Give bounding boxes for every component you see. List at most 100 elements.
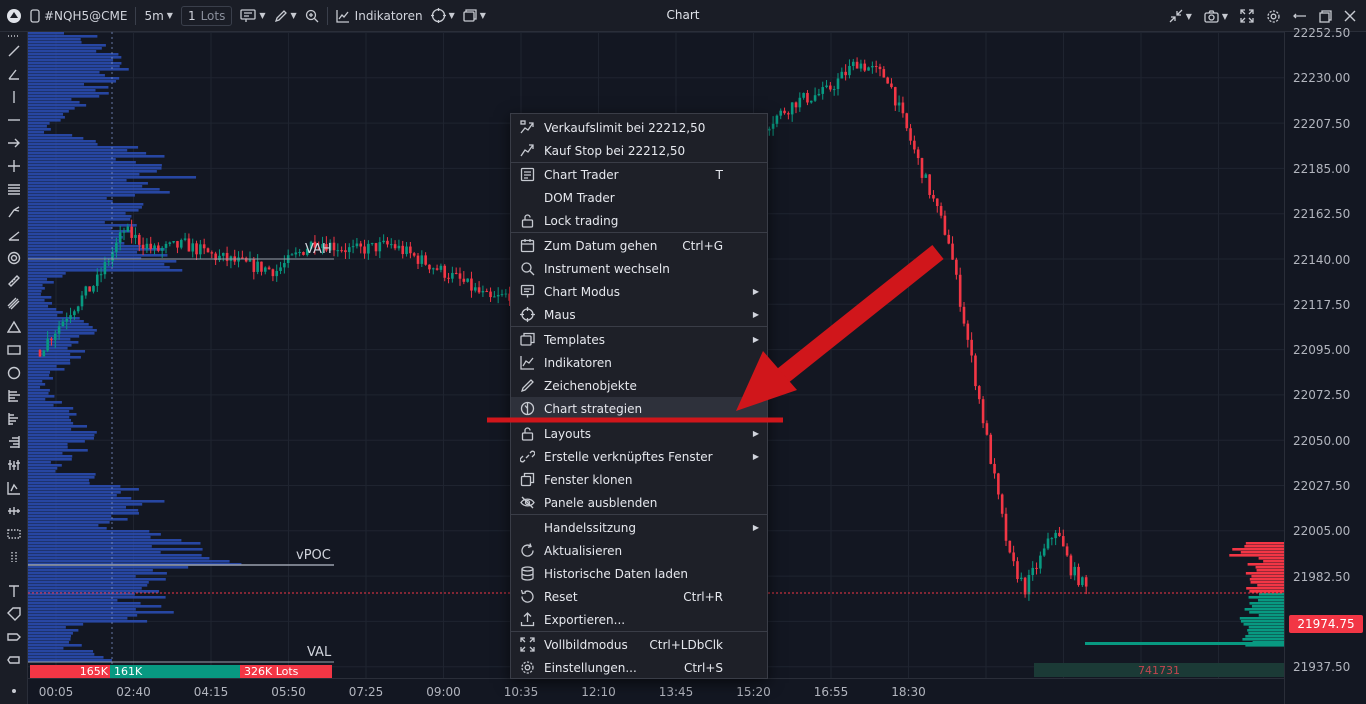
vertical-line-tool[interactable] [4,88,24,106]
indicators-button[interactable]: Indikatoren [332,5,427,27]
grid-tool[interactable] [4,525,24,543]
footprint-icon [8,460,20,470]
trend-line-tool[interactable] [4,42,24,60]
menu-item-exportieren[interactable]: Exportieren... [511,608,767,631]
menu-item-kauf-stop-bei-22212-50[interactable]: Kauf Stop bei 22212,50 [511,139,767,162]
restore-button[interactable] [1315,5,1336,27]
crosshair-tool[interactable] [4,157,24,175]
ruler-tool[interactable] [4,272,24,290]
callout-tool[interactable] [4,628,24,646]
menu-item-zum-datum-gehen[interactable]: Zum Datum gehen Ctrl+G [511,234,767,257]
toolbar-grip-icon [4,32,24,40]
menu-item-maus[interactable]: Maus ▶ [511,303,767,326]
volume-profile-tool[interactable] [4,387,24,405]
volume-profile-bar [28,266,170,269]
menu-item-historische-daten-laden[interactable]: Historische Daten laden [511,562,767,585]
fib-tool[interactable] [4,295,24,313]
templates-button[interactable]: ▼ [459,5,490,27]
recent-volume-bar [1248,626,1284,629]
price-scale[interactable]: 22252.50 22230.00 22207.50 22185.00 22162.50… [1284,26,1366,704]
menu-item-chart-trader[interactable]: Chart Trader T [511,163,767,186]
triangle-tool[interactable] [4,318,24,336]
collapse-button[interactable]: ▼ [1165,5,1196,27]
menu-item-chart-modus[interactable]: Chart Modus ▶ [511,280,767,303]
candle-body [481,291,485,293]
chart-trader-button[interactable]: ▼ [236,5,269,27]
menu-item-fenster-klonen[interactable]: Fenster klonen [511,468,767,491]
candle-body [157,245,160,251]
app-logo-icon[interactable] [0,5,26,27]
text-tool[interactable] [4,582,24,600]
screenshot-button[interactable]: ▼ [1200,5,1232,27]
fullscreen-button[interactable] [1236,5,1258,27]
menu-item-handelssitzung[interactable]: Handelssitzung ▶ [511,516,767,539]
candle-body [347,247,351,253]
label-tool[interactable] [4,605,24,623]
menu-item-templates[interactable]: Templates ▶ [511,328,767,351]
footprint-tool[interactable] [4,456,24,474]
horizontal-line-tool[interactable] [4,111,24,129]
menu-item-reset[interactable]: Reset Ctrl+R [511,585,767,608]
settings-button[interactable] [1262,5,1285,27]
timeframe-selector[interactable]: 5m ▼ [140,5,176,27]
spiral-tool[interactable] [4,249,24,267]
rectangle-tool[interactable] [4,341,24,359]
menu-item-erstelle-verknüpftes-fenster[interactable]: Erstelle verknüpftes Fenster ▶ [511,445,767,468]
drawing-tools-button[interactable]: ▼ [270,5,301,27]
volume-profile-bar [28,113,64,116]
price-tick-label: 22252.50 [1293,26,1351,40]
price-tick-label: 22117.50 [1293,297,1351,312]
lots-field[interactable]: 1 Lots [177,5,236,27]
menu-item-shortcut: Ctrl+R [683,589,723,604]
menu-item-zeichenobjekte[interactable]: Zeichenobjekte [511,374,767,397]
candle-body [176,241,179,248]
bars-pattern-tool[interactable] [4,502,24,520]
menu-item-dom-trader[interactable]: DOM Trader [511,186,767,209]
ray-tool[interactable] [4,226,24,244]
symbol-selector[interactable]: #NQH5@CME [26,5,131,27]
parallel-channel-tool[interactable] [4,180,24,198]
session-volume-tool[interactable] [4,433,24,451]
volume-profile-bar [28,83,85,86]
volume-profile-bar [28,164,162,167]
time-axis[interactable]: 00:05 02:40 04:15 05:50 07:25 09:00 10:35 12:10… [28,678,1284,704]
volume-profile-bar [28,146,139,149]
candle-body [141,244,145,249]
strategies-button[interactable]: ▼ [427,5,459,27]
menu-item-verkaufslimit-bei-22212-50[interactable]: Verkaufslimit bei 22212,50 [511,116,767,139]
menu-item-instrument-wechseln[interactable]: Instrument wechseln [511,257,767,280]
menu-item-layouts[interactable]: Layouts ▶ [511,422,767,445]
pitchfork-tool[interactable] [4,203,24,221]
volume-profile-bar [28,179,127,182]
volume-profile-bar [28,482,90,485]
strategy-icon [430,8,446,23]
zoom-button[interactable] [301,5,323,27]
volume-profile-bar [28,305,49,308]
measure-tool[interactable] [4,548,24,566]
fixed-volume-tool[interactable] [4,410,24,428]
close-button[interactable] [1340,5,1360,27]
volume-profile-bar [28,230,132,233]
menu-item-panele-ausblenden[interactable]: Panele ausblenden [511,491,767,514]
minimize-button[interactable] [1289,5,1311,27]
candle-body [57,326,61,334]
price-range-tool[interactable] [4,479,24,497]
volume-profile-bar [28,437,94,440]
volume-profile-bar [28,530,150,533]
more-tools-button[interactable] [4,682,24,700]
volume-profile-bar [28,287,45,290]
volume-profile-bar [28,314,58,317]
menu-item-chart-strategien[interactable]: Chart strategien [511,397,767,420]
volume-profile-bar [28,491,121,494]
candle-body [1077,566,1080,586]
angle-tool[interactable] [4,65,24,83]
menu-item-einstellungen[interactable]: Einstellungen... Ctrl+S [511,656,767,679]
arrow-tool[interactable] [4,134,24,152]
price-label-tool[interactable] [4,651,24,669]
menu-item-aktualisieren[interactable]: Aktualisieren [511,539,767,562]
menu-item-vollbildmodus[interactable]: Vollbildmodus Ctrl+LDbClk [511,633,767,656]
circle-tool[interactable] [4,364,24,382]
menu-item-lock-trading[interactable]: Lock trading [511,209,767,232]
volume-profile-bar [28,356,81,359]
menu-item-indikatoren[interactable]: Indikatoren [511,351,767,374]
